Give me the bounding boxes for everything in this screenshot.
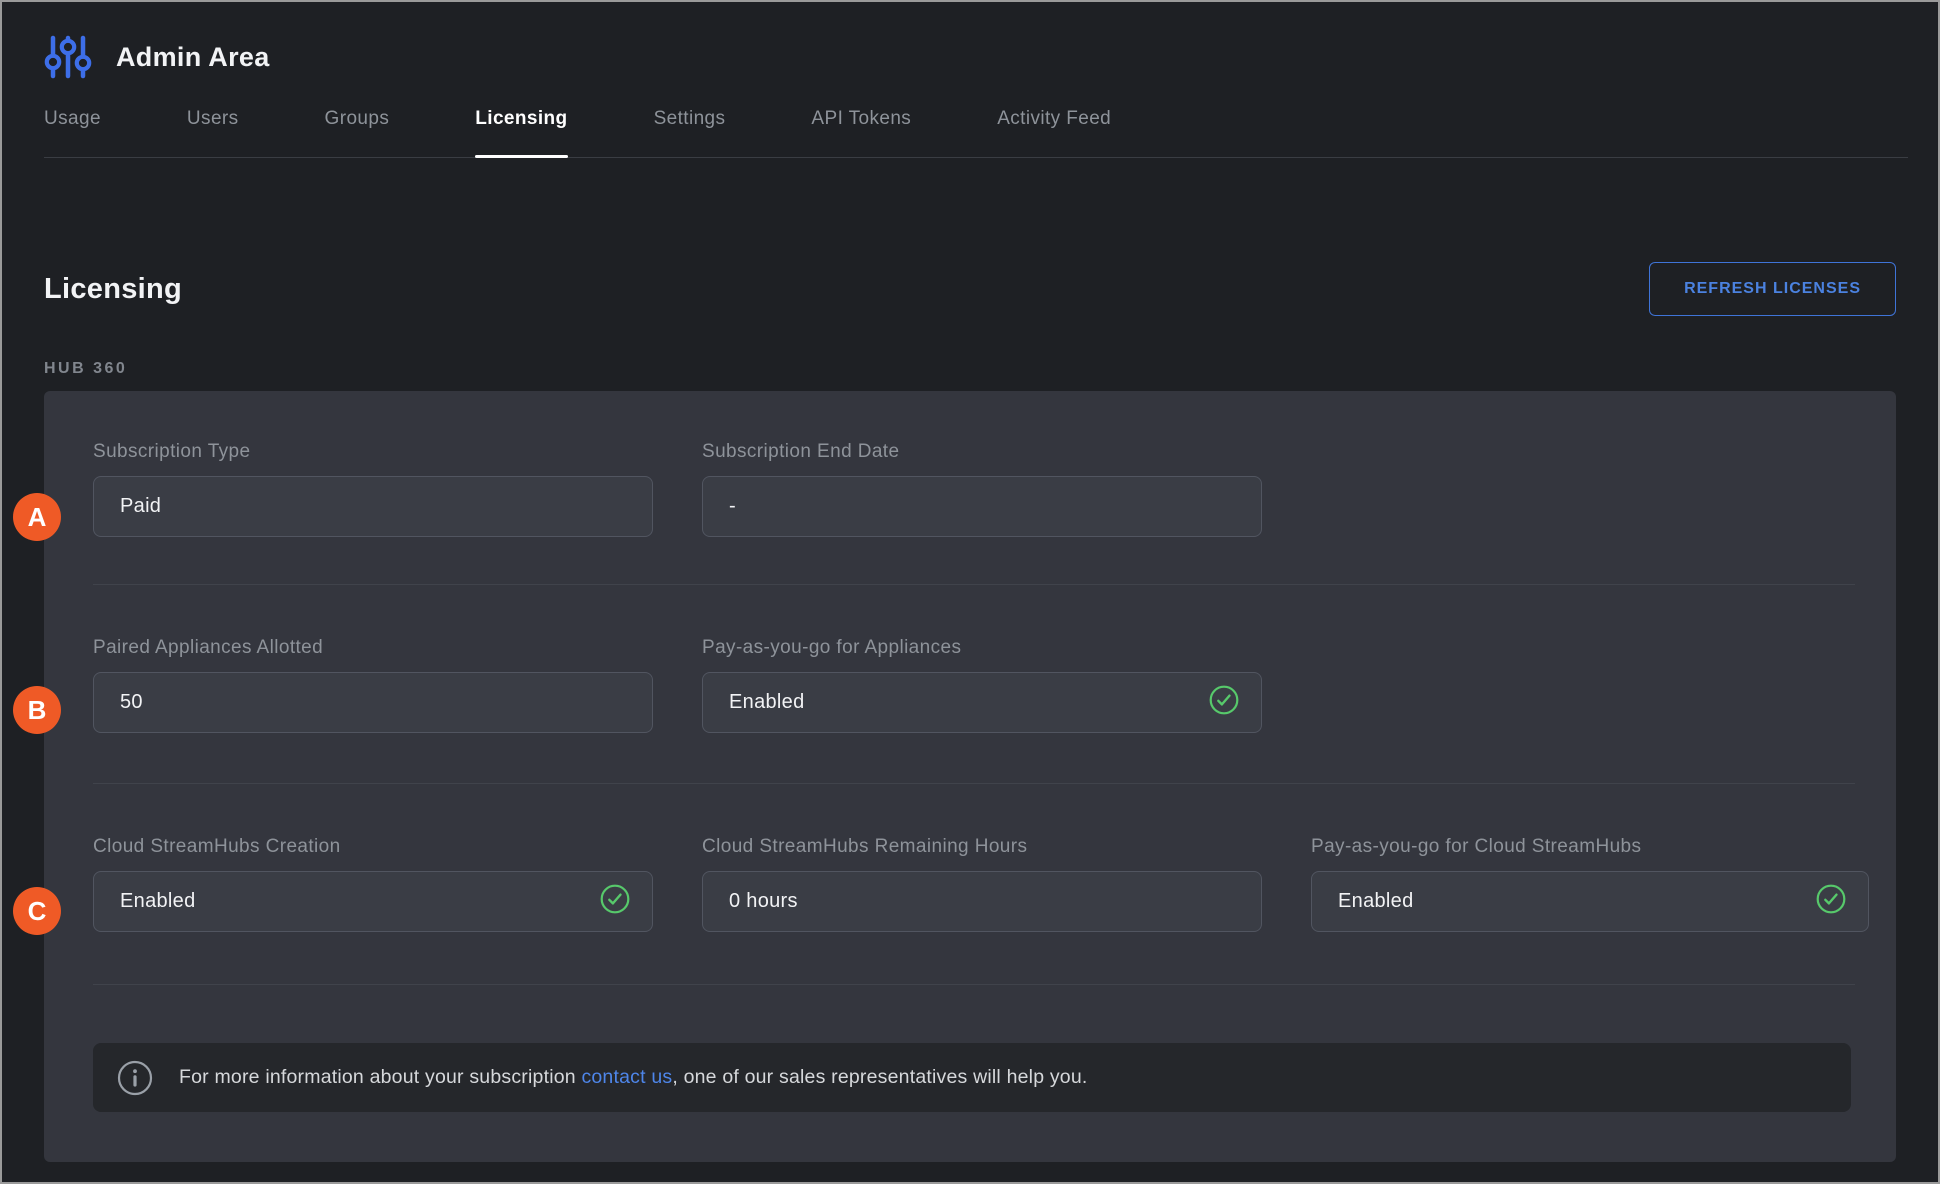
annotation-marker-c: C bbox=[13, 887, 61, 935]
check-circle-icon bbox=[1209, 685, 1239, 720]
banner-text-before: For more information about your subscrip… bbox=[179, 1066, 581, 1088]
field-value: - bbox=[729, 495, 1239, 518]
check-circle-icon bbox=[600, 884, 630, 919]
field-subscription-type: Subscription Type Paid bbox=[93, 441, 653, 537]
field-label: Paired Appliances Allotted bbox=[93, 637, 653, 659]
tab-settings[interactable]: Settings bbox=[654, 108, 726, 157]
field-row-3: Cloud StreamHubs Creation Enabled Cloud … bbox=[44, 784, 1896, 984]
refresh-licenses-button[interactable]: REFRESH LICENSES bbox=[1649, 262, 1896, 316]
tab-activity-feed[interactable]: Activity Feed bbox=[997, 108, 1111, 157]
field-label: Subscription Type bbox=[93, 441, 653, 463]
tab-api-tokens[interactable]: API Tokens bbox=[811, 108, 911, 157]
field-label: Pay-as-you-go for Cloud StreamHubs bbox=[1311, 836, 1869, 858]
field-paired-appliances-allotted: Paired Appliances Allotted 50 bbox=[93, 637, 653, 733]
annotation-marker-b: B bbox=[13, 686, 61, 734]
field-value: Paid bbox=[120, 495, 630, 518]
field-value: 50 bbox=[120, 691, 630, 714]
tab-licensing[interactable]: Licensing bbox=[475, 108, 567, 157]
info-banner-text: For more information about your subscrip… bbox=[179, 1066, 1088, 1089]
annotation-marker-a: A bbox=[13, 493, 61, 541]
field-input[interactable]: 50 bbox=[93, 672, 653, 733]
page-title: Licensing bbox=[44, 273, 182, 306]
check-circle-icon bbox=[1816, 884, 1846, 919]
field-input[interactable]: - bbox=[702, 476, 1262, 537]
section-label-hub360: HUB 360 bbox=[44, 360, 1896, 378]
banner-text-after: , one of our sales representatives will … bbox=[672, 1066, 1087, 1088]
field-cloud-streamhubs-creation: Cloud StreamHubs Creation Enabled bbox=[93, 836, 653, 932]
contact-us-link[interactable]: contact us bbox=[581, 1066, 672, 1088]
tab-bar: Usage Users Groups Licensing Settings API Tok… bbox=[44, 108, 1908, 158]
sliders-logo-icon bbox=[44, 33, 92, 81]
field-input[interactable]: Enabled bbox=[1311, 871, 1869, 932]
field-label: Cloud StreamHubs Creation bbox=[93, 836, 653, 858]
tab-users[interactable]: Users bbox=[187, 108, 239, 157]
field-value: Enabled bbox=[1338, 890, 1816, 913]
field-label: Subscription End Date bbox=[702, 441, 1262, 463]
app-title: Admin Area bbox=[116, 42, 270, 73]
field-value: 0 hours bbox=[729, 890, 1239, 913]
subscription-info-banner: For more information about your subscrip… bbox=[93, 1043, 1851, 1112]
page-head: Licensing REFRESH LICENSES bbox=[44, 262, 1896, 316]
field-input[interactable]: Enabled bbox=[93, 871, 653, 932]
admin-area-screen: Admin Area Usage Users Groups Licensing Sett… bbox=[0, 0, 1940, 1184]
field-pay-as-you-go-for-appliances: Pay-as-you-go for Appliances Enabled bbox=[702, 637, 1262, 733]
tab-groups[interactable]: Groups bbox=[325, 108, 390, 157]
licensing-card: Subscription Type Paid Subscription End … bbox=[44, 391, 1896, 1162]
field-input[interactable]: Paid bbox=[93, 476, 653, 537]
row-divider bbox=[93, 984, 1855, 985]
field-value: Enabled bbox=[729, 691, 1209, 714]
info-circle-icon bbox=[117, 1060, 153, 1096]
field-input[interactable]: 0 hours bbox=[702, 871, 1262, 932]
field-label: Cloud StreamHubs Remaining Hours bbox=[702, 836, 1262, 858]
field-pay-as-you-go-for-cloud-streamhubs: Pay-as-you-go for Cloud StreamHubs Enabl… bbox=[1311, 836, 1869, 932]
field-value: Enabled bbox=[120, 890, 600, 913]
app-header: Admin Area bbox=[2, 2, 1938, 90]
field-label: Pay-as-you-go for Appliances bbox=[702, 637, 1262, 659]
field-row-1: Subscription Type Paid Subscription End … bbox=[44, 391, 1896, 584]
field-subscription-end-date: Subscription End Date - bbox=[702, 441, 1262, 537]
field-cloud-streamhubs-remaining-hours: Cloud StreamHubs Remaining Hours 0 hours bbox=[702, 836, 1262, 932]
field-row-2: Paired Appliances Allotted 50 Pay-as-you… bbox=[44, 585, 1896, 783]
tab-usage[interactable]: Usage bbox=[44, 108, 101, 157]
field-input[interactable]: Enabled bbox=[702, 672, 1262, 733]
